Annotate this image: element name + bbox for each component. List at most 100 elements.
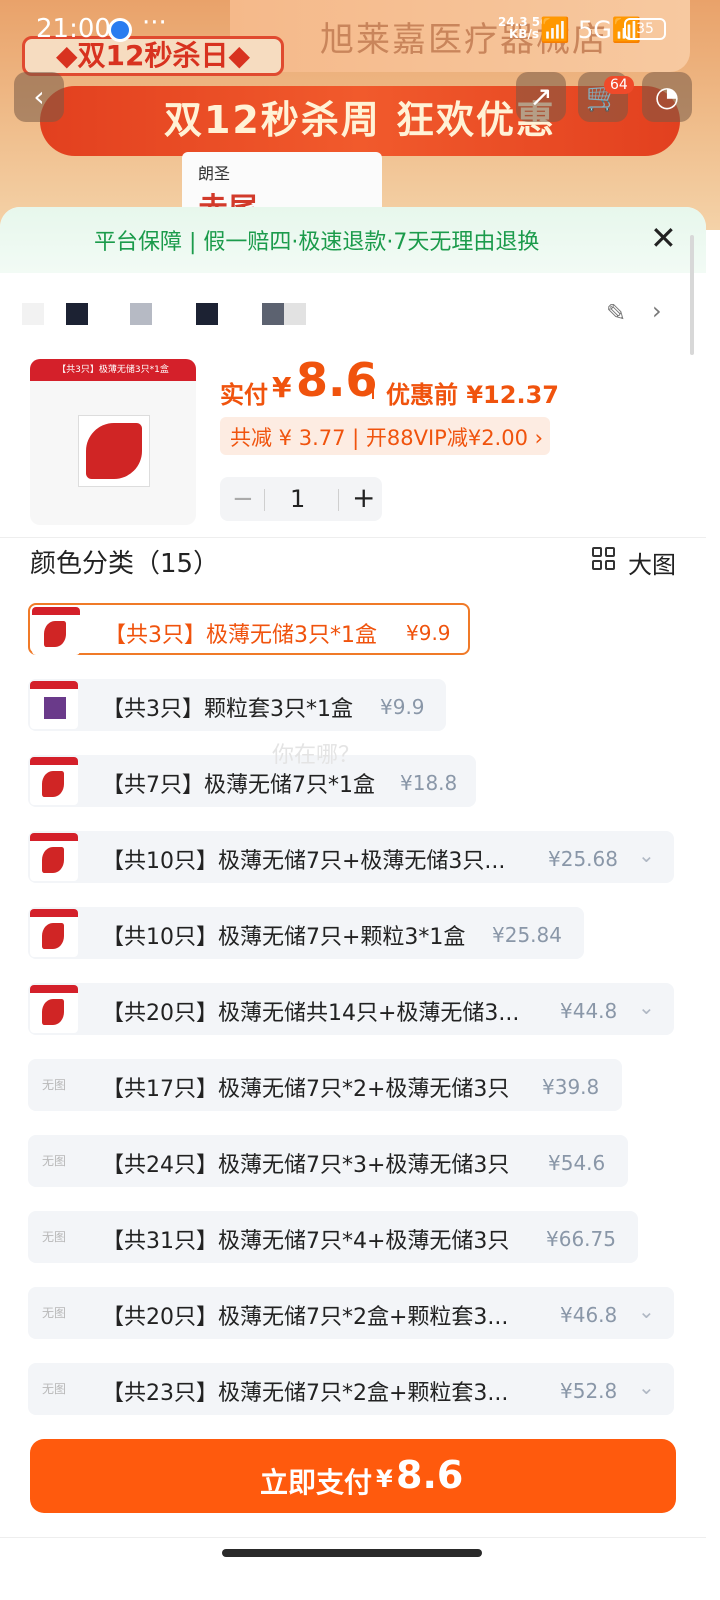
variant-option[interactable]: 【共20只】极薄无储共14只+极薄无储3... ¥44.8 ⌄ — [28, 983, 674, 1035]
variant-option[interactable]: 无图 【共17只】极薄无储7只*2+极薄无储3只 ¥39.8 — [28, 1059, 622, 1111]
thumbnail-logo — [42, 771, 64, 797]
variant-price: ¥9.9 — [406, 621, 451, 645]
pay-now-label: 立即支付 — [260, 1466, 373, 1499]
share-button[interactable]: ↗ — [516, 72, 566, 122]
guarantee-bar[interactable]: 平台保障 | 假一赔四·极速退款·7天无理由退换 — [0, 207, 706, 273]
home-indicator[interactable] — [222, 1549, 482, 1557]
variant-thumbnail — [32, 607, 80, 655]
quantity-plus-button[interactable]: + — [352, 481, 375, 514]
variant-option[interactable]: 【共10只】极薄无储7只+极薄无储3只... ¥25.68 ⌄ — [28, 831, 674, 883]
variant-option[interactable]: 无图 【共24只】极薄无储7只*3+极薄无储3只 ¥54.6 — [28, 1135, 628, 1187]
thumbnail-logo — [44, 621, 66, 647]
product-brand: 朗圣 — [198, 164, 231, 183]
sku-selector-sheet: 平台保障 | 假一赔四·极速退款·7天无理由退换 ✕ ✎ › 【共3只】极薄无储… — [0, 207, 706, 1600]
variant-price: ¥52.8 — [560, 1379, 618, 1403]
variant-label: 【共3只】颗粒套3只*1盒 — [102, 697, 353, 722]
variant-price: ¥66.75 — [546, 1227, 616, 1251]
discount-text[interactable]: 共减 ¥ 3.77 | 开88VIP减¥2.00 › — [230, 422, 543, 452]
thumbnail-band — [30, 833, 78, 841]
variant-option[interactable]: 无图 【共20只】极薄无储7只*2盒+颗粒套3... ¥46.8 ⌄ — [28, 1287, 674, 1339]
notification-app-icon — [108, 18, 132, 42]
thumbnail-band — [30, 985, 78, 993]
thumbnail-logo — [42, 847, 64, 873]
variant-thumbnail: 无图 — [30, 1213, 78, 1261]
cart-count-badge: 64 — [604, 76, 634, 94]
thumbnail-logo — [42, 999, 64, 1025]
quantity-minus-button[interactable]: − — [232, 484, 254, 514]
pay-now-button[interactable]: 立即支付 ¥ 8.6 — [30, 1439, 676, 1513]
variant-price: ¥46.8 — [560, 1303, 618, 1327]
thumbnail-band — [30, 909, 78, 917]
swatch[interactable] — [284, 303, 306, 325]
variant-option[interactable]: 【共10只】极薄无储7只+颗粒3*1盒 ¥25.84 — [28, 907, 584, 959]
variant-label: 【共3只】极薄无储3只*1盒 — [104, 623, 377, 648]
more-button[interactable]: ◔ — [642, 72, 692, 122]
thumbnail-logo — [42, 923, 64, 949]
large-view-toggle[interactable]: 大图 — [628, 545, 676, 580]
original-price: 优惠前 ¥12.37 — [386, 381, 559, 409]
variant-price: ¥25.84 — [492, 923, 562, 947]
thumbnail-band — [30, 681, 78, 689]
status-more-icon: ··· — [142, 8, 167, 38]
variant-label: 【共10只】极薄无储7只+极薄无储3只... — [102, 849, 506, 874]
product-page-header: 旭莱嘉医疗器械店 ◆双12秒杀日◆ 双12秒杀周 狂欢优惠 朗圣 赤尾 21:0… — [0, 0, 720, 230]
variant-option[interactable]: 【共7只】极薄无储7只*1盒 ¥18.8 — [28, 755, 476, 807]
chevron-down-icon[interactable]: ⌄ — [638, 1299, 655, 1323]
variant-label: 【共7只】极薄无储7只*1盒 — [102, 773, 375, 798]
swatch[interactable] — [130, 303, 152, 325]
chevron-down-icon[interactable]: ⌄ — [638, 995, 655, 1019]
chevron-down-icon[interactable]: ⌄ — [638, 843, 655, 867]
variant-label: 【共24只】极薄无储7只*3+极薄无储3只 — [102, 1153, 510, 1178]
divider — [0, 1537, 706, 1538]
signal-icon: 📶 — [540, 16, 570, 44]
variant-price: ¥18.8 — [400, 771, 458, 795]
variant-label: 【共31只】极薄无储7只*4+极薄无储3只 — [102, 1229, 510, 1254]
chevron-right-icon[interactable]: › — [652, 297, 662, 325]
chevron-down-icon[interactable]: ⌄ — [638, 1375, 655, 1399]
pay-currency: ¥ — [272, 371, 292, 404]
watermark-text: 你在哪？ — [272, 743, 361, 768]
variant-thumbnail — [30, 833, 78, 881]
thumbnail-logo — [44, 697, 66, 719]
swatch[interactable] — [196, 303, 218, 325]
thumbnail-band — [30, 757, 78, 765]
price-divider — [372, 379, 374, 399]
variant-price: ¥39.8 — [542, 1075, 600, 1099]
close-button[interactable]: ✕ — [650, 221, 677, 255]
variant-thumbnail: 无图 — [30, 1289, 78, 1337]
swatch[interactable] — [262, 303, 284, 325]
variant-thumbnail — [30, 985, 78, 1033]
scrollbar[interactable] — [690, 235, 694, 355]
variant-thumbnail — [30, 757, 78, 805]
product-logo — [86, 423, 142, 479]
pay-label: 实付 — [220, 381, 268, 409]
variant-price: ¥9.9 — [380, 695, 425, 719]
variant-thumbnail — [30, 681, 78, 729]
variant-label: 【共23只】极薄无储7只*2盒+颗粒套3... — [102, 1381, 509, 1406]
variant-option[interactable]: 无图 【共23只】极薄无储7只*2盒+颗粒套3... ¥52.8 ⌄ — [28, 1363, 674, 1415]
variant-label: 【共20只】极薄无储共14只+极薄无储3... — [102, 1001, 520, 1026]
variant-option[interactable]: 【共3只】极薄无储3只*1盒 ¥9.9 — [28, 603, 470, 655]
quantity-input[interactable]: 1 — [290, 485, 305, 513]
back-button[interactable]: ‹ — [14, 72, 64, 122]
variant-thumbnail: 无图 — [30, 1061, 78, 1109]
pay-now-amount: 8.6 — [396, 1453, 464, 1497]
battery-icon: 35 — [624, 18, 666, 40]
swatch[interactable] — [22, 303, 44, 325]
variant-label: 【共20只】极薄无储7只*2盒+颗粒套3... — [102, 1305, 509, 1330]
variant-thumbnail — [30, 909, 78, 957]
selected-product-thumbnail[interactable]: 【共3只】极薄无储3只*1盒 — [30, 359, 196, 525]
variant-label: 【共10只】极薄无储7只+颗粒3*1盒 — [102, 925, 466, 950]
grid-view-icon[interactable] — [592, 547, 616, 571]
variant-price: ¥44.8 — [560, 999, 618, 1023]
edit-icon[interactable]: ✎ — [606, 299, 626, 327]
pay-now-currency: ¥ — [376, 1465, 393, 1493]
divider — [264, 489, 265, 511]
status-time: 21:00 — [36, 14, 111, 44]
pay-amount: 8.6 — [296, 353, 378, 407]
divider — [0, 537, 706, 538]
variant-option[interactable]: 【共3只】颗粒套3只*1盒 ¥9.9 — [28, 679, 446, 731]
variant-option[interactable]: 无图 【共31只】极薄无储7只*4+极薄无储3只 ¥66.75 — [28, 1211, 638, 1263]
thumbnail-band — [32, 607, 80, 615]
swatch[interactable] — [66, 303, 88, 325]
